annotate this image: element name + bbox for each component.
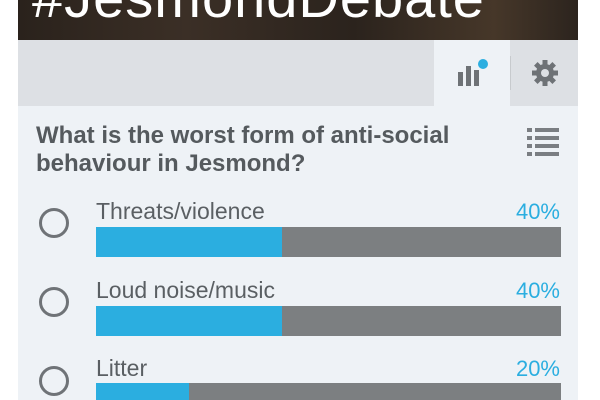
option-percent: 40% <box>515 199 560 224</box>
hashtag-title: #JesmondDebate <box>32 0 485 26</box>
option-percent: 20% <box>515 356 560 381</box>
tab-settings[interactable] <box>511 40 578 106</box>
poll-option[interactable]: Loud noise/music 40% <box>0 275 600 355</box>
option-radio[interactable] <box>39 366 69 396</box>
bar-chart-icon <box>458 59 488 86</box>
gear-icon <box>531 60 558 86</box>
option-radio[interactable] <box>39 287 69 317</box>
option-label: Litter <box>96 355 148 381</box>
result-bar-fill <box>96 306 282 336</box>
option-label: Threats/violence <box>96 198 265 224</box>
option-radio[interactable] <box>39 208 69 238</box>
result-bar-fill <box>96 383 189 400</box>
option-label: Loud noise/music <box>96 277 275 303</box>
header-banner: #JesmondDebate <box>18 0 578 40</box>
poll-question: What is the worst form of anti-social be… <box>36 122 450 177</box>
result-bar <box>96 383 561 400</box>
result-bar <box>96 227 561 257</box>
list-icon[interactable] <box>527 126 559 156</box>
poll-option[interactable]: Threats/violence 40% <box>0 196 600 276</box>
result-bar <box>96 306 561 336</box>
notification-dot <box>478 59 488 69</box>
option-percent: 40% <box>515 278 560 303</box>
result-bar-fill <box>96 227 282 257</box>
tab-results[interactable] <box>434 40 510 106</box>
poll-toolbar <box>18 40 578 106</box>
poll-option[interactable]: Litter 20% <box>0 354 600 400</box>
